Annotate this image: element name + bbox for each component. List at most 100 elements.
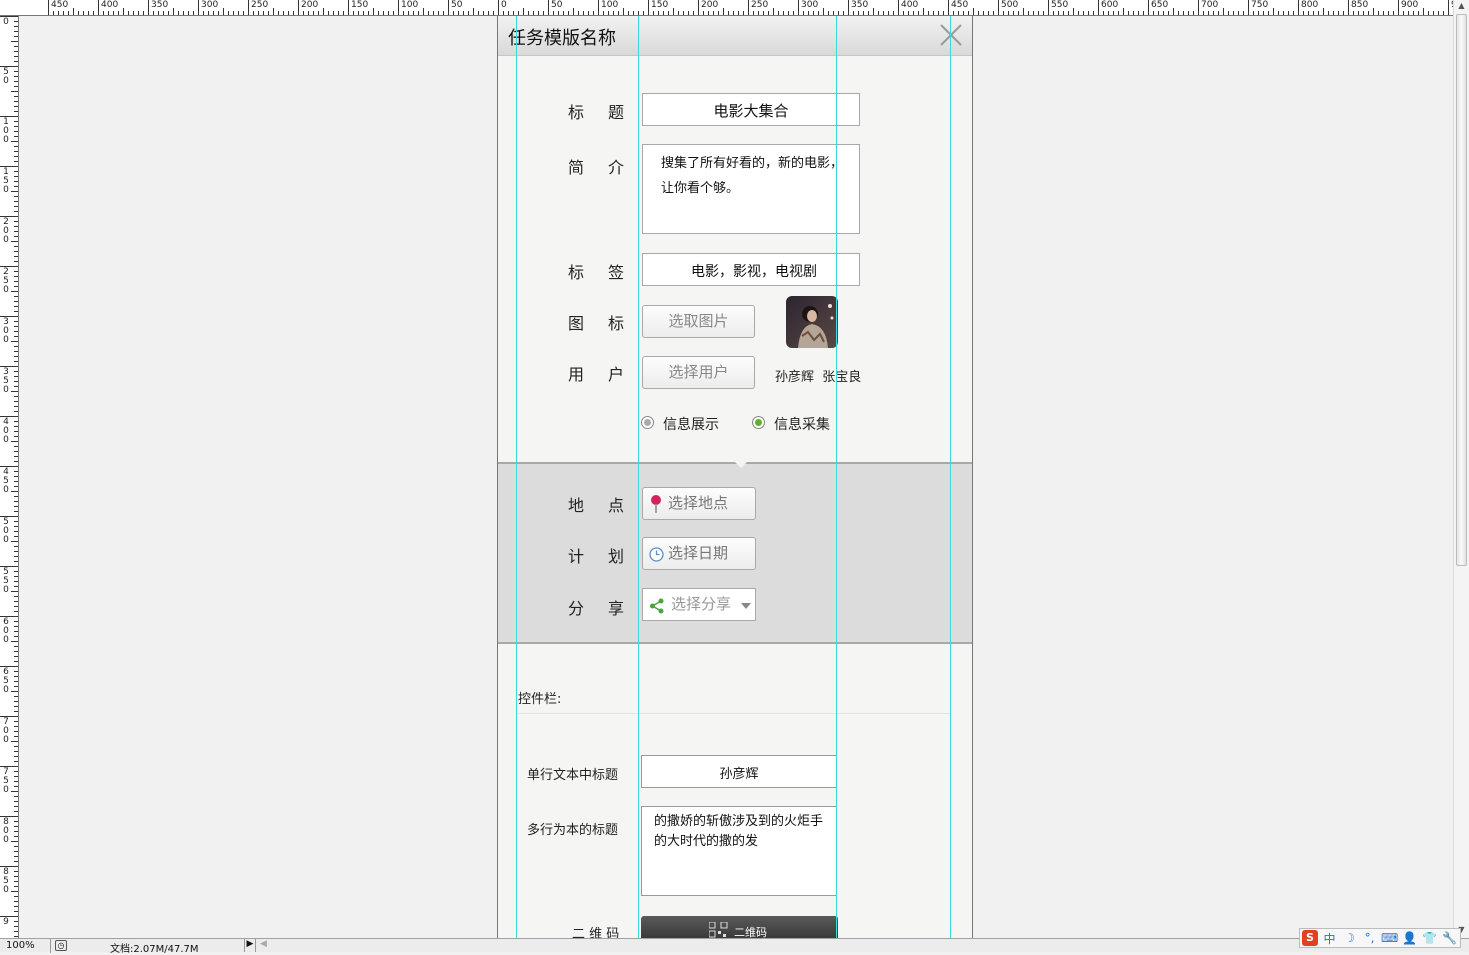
ruler-minor-tick [1388, 11, 1389, 15]
choose-user-button[interactable]: 选择用户 [642, 356, 755, 389]
ruler-minor-tick [843, 11, 844, 15]
radio-info-collect[interactable] [752, 416, 765, 429]
document-size-info[interactable]: 文档:2.07M/47.7M [110, 940, 199, 955]
ruler-minor-tick [14, 861, 18, 862]
ruler-minor-tick [14, 186, 18, 187]
close-icon[interactable] [938, 22, 964, 48]
choose-location-button[interactable]: 选择地点 [642, 487, 756, 520]
ruler-minor-tick [1123, 8, 1124, 15]
choose-date-button[interactable]: 选择日期 [642, 537, 756, 570]
keyboard-icon[interactable]: ⌨ [1381, 931, 1398, 945]
clock-icon[interactable]: ◷ [55, 940, 67, 951]
ruler-minor-tick [14, 661, 18, 662]
ruler-minor-tick [14, 351, 18, 352]
ruler-minor-tick [918, 11, 919, 15]
ruler-minor-tick [228, 11, 229, 15]
ruler-top-label: 300 [801, 0, 819, 10]
vertical-scrollbar[interactable]: ▲ ▼ [1453, 0, 1469, 938]
ruler-minor-tick [473, 8, 474, 15]
ruler-minor-tick [14, 146, 18, 147]
tags-input[interactable]: 电影，影视，电视剧 [642, 253, 860, 286]
ime-chinese-mode[interactable]: 中 [1321, 930, 1338, 947]
guide-line[interactable] [950, 16, 951, 938]
ruler-top-label: 900 [1401, 0, 1419, 10]
skin-icon[interactable]: 👕 [1421, 931, 1438, 945]
ruler-top-label: 50 [451, 0, 463, 10]
ruler-minor-tick [1353, 11, 1354, 15]
ruler-minor-tick [1438, 11, 1439, 15]
ruler-minor-tick [393, 11, 394, 15]
ruler-minor-tick [278, 11, 279, 15]
ruler-minor-tick [738, 11, 739, 15]
ruler-minor-tick [258, 11, 259, 15]
icon-thumbnail-image[interactable] [786, 296, 838, 348]
ruler-minor-tick [14, 96, 18, 97]
guide-line[interactable] [638, 16, 639, 938]
qr-code-button[interactable]: 二维码 [641, 916, 838, 938]
ruler-minor-tick [14, 511, 18, 512]
ruler-top-label: 700 [1201, 0, 1219, 10]
ruler-minor-tick [14, 436, 18, 437]
ruler-minor-tick [14, 886, 18, 887]
ruler-minor-tick [1003, 11, 1004, 15]
ruler-minor-tick [14, 246, 18, 247]
user-icon[interactable]: 👤 [1401, 931, 1418, 945]
document-canvas[interactable]: 任务模版名称 标 题 电影大集合 简 介 搜集了所有好看的，新的电影，让你看个够… [20, 16, 1453, 938]
ruler-minor-tick [993, 11, 994, 15]
vertical-ruler[interactable]: 0 50 100 150 200 250 300 350 400 450 500 550 600 650 7… [0, 16, 19, 938]
ruler-left-label: 650 [3, 667, 9, 695]
ruler-minor-tick [303, 11, 304, 15]
ruler-top-label: 500 [1001, 0, 1019, 10]
ruler-minor-tick [753, 11, 754, 15]
ruler-minor-tick [1138, 11, 1139, 15]
ruler-minor-tick [1058, 11, 1059, 15]
choose-share-dropdown[interactable]: 选择分享 [642, 588, 756, 621]
ruler-minor-tick [14, 221, 18, 222]
guide-line[interactable] [836, 16, 837, 938]
title-input[interactable]: 电影大集合 [642, 93, 860, 126]
ruler-top-label: 250 [251, 0, 269, 10]
intro-textarea[interactable]: 搜集了所有好看的，新的电影，让你看个够。 [642, 144, 860, 234]
ruler-minor-tick [933, 11, 934, 15]
ruler-left-label: 500 [3, 517, 9, 545]
ruler-minor-tick [928, 11, 929, 15]
scroll-left-arrow-icon[interactable]: ◀ [260, 939, 267, 949]
moon-icon[interactable]: ☽ [1341, 931, 1358, 945]
ruler-minor-tick [14, 926, 18, 927]
zoom-level[interactable]: 100% [6, 940, 48, 951]
single-line-input[interactable]: 孙彦辉 [641, 755, 837, 788]
qr-code-icon [709, 922, 728, 938]
choose-image-button[interactable]: 选取图片 [642, 305, 755, 338]
scrollbar-thumb[interactable] [1456, 14, 1467, 566]
guide-line[interactable] [516, 16, 517, 938]
horizontal-ruler[interactable]: 450 400 350 300 250 200 150 100 50 0 50 100 150 200 25… [0, 0, 1453, 16]
ruler-minor-tick [1278, 11, 1279, 15]
status-menu-arrow-icon[interactable]: ▶ [244, 939, 256, 952]
ruler-minor-tick [14, 671, 18, 672]
ruler-minor-tick [583, 11, 584, 15]
ruler-minor-tick [533, 11, 534, 15]
tools-icon[interactable]: 🔧 [1441, 931, 1458, 945]
ruler-minor-tick [14, 306, 18, 307]
ruler-major-tick [598, 0, 599, 15]
multi-line-textarea[interactable]: 的撒娇的斩傲涉及到的火炬手的大时代的撒的发 [641, 806, 837, 896]
ruler-minor-tick [853, 11, 854, 15]
ruler-left-label: 400 [3, 417, 9, 445]
ruler-minor-tick [1083, 11, 1084, 15]
ruler-minor-tick [863, 11, 864, 15]
ruler-minor-tick [1408, 11, 1409, 15]
ruler-minor-tick [11, 391, 18, 392]
ruler-minor-tick [618, 11, 619, 15]
ruler-minor-tick [788, 11, 789, 15]
punctuation-icon[interactable]: °, [1361, 931, 1378, 945]
intro-label-char-2: 介 [607, 158, 624, 177]
ruler-minor-tick [833, 11, 834, 15]
ruler-minor-tick [958, 11, 959, 15]
sogou-logo-icon[interactable]: S [1302, 930, 1318, 946]
ruler-minor-tick [11, 641, 18, 642]
radio-info-display[interactable] [641, 416, 654, 429]
scroll-up-arrow-icon[interactable]: ▲ [1454, 0, 1469, 12]
ruler-minor-tick [1243, 11, 1244, 15]
ruler-top-label: 250 [751, 0, 769, 10]
ruler-minor-tick [14, 651, 18, 652]
